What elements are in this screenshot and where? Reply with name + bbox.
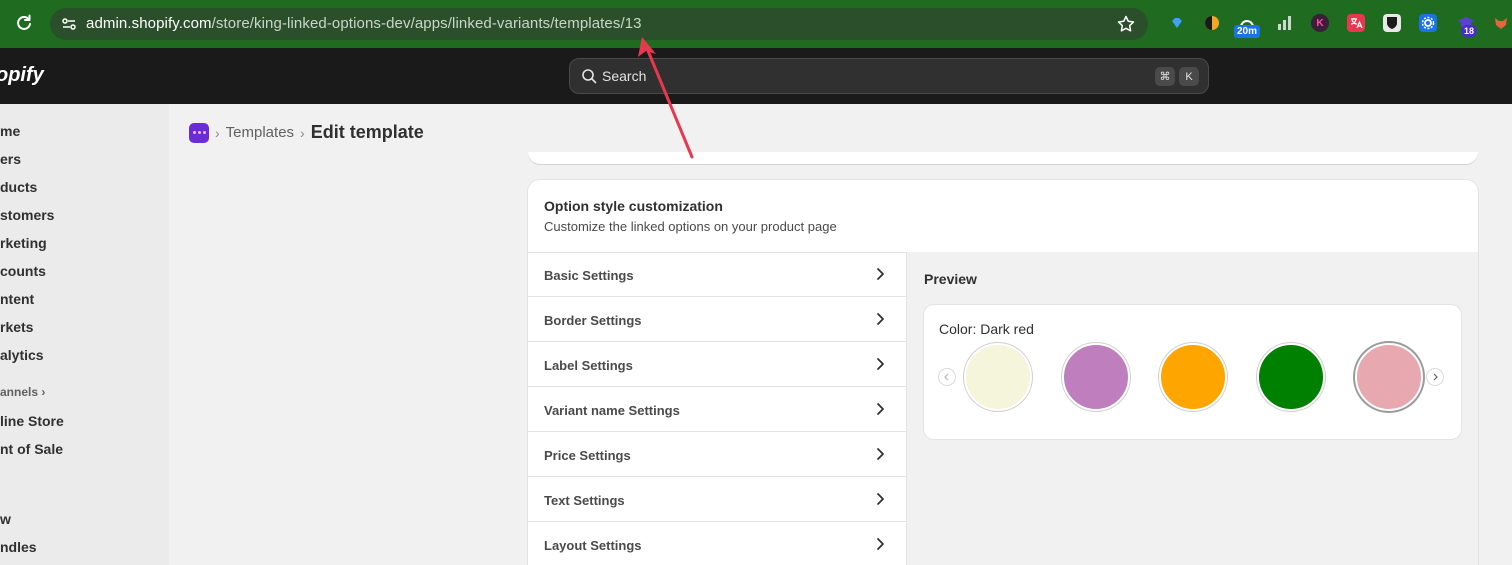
breadcrumb-templates-link[interactable]: Templates	[226, 124, 294, 141]
chevron-right-icon	[877, 448, 884, 460]
k-extension-icon[interactable]: K	[1311, 14, 1329, 32]
setting-row-variant-name[interactable]: Variant name Settings	[528, 387, 907, 432]
reload-icon[interactable]	[14, 13, 34, 33]
setting-row-label[interactable]: Label Settings	[528, 342, 907, 387]
swatch-green[interactable]	[1257, 343, 1325, 411]
sidebar-item-orders[interactable]: ers	[0, 151, 21, 167]
setting-row-border[interactable]: Border Settings	[528, 297, 907, 342]
app-icon[interactable]	[189, 122, 209, 143]
timer-badge: 20m	[1234, 25, 1261, 38]
shopify-logo[interactable]: opify	[0, 64, 44, 87]
search-input[interactable]: Search ⌘ K	[569, 58, 1209, 94]
search-icon	[582, 69, 597, 84]
sidebar-item-products[interactable]: ducts	[0, 179, 37, 195]
selected-color-label: Color: Dark red	[939, 321, 1034, 337]
sidebar-item-content[interactable]: ntent	[0, 291, 34, 307]
chevron-right-icon	[877, 358, 884, 370]
setting-row-basic[interactable]: Basic Settings	[528, 252, 907, 297]
chevron-right-icon	[877, 313, 884, 325]
fox-extension-icon[interactable]	[1492, 14, 1510, 32]
chevron-right-icon	[877, 493, 884, 505]
sidebar-section-label: annels	[0, 385, 39, 399]
address-bar[interactable]: admin.shopify.com/store/king-linked-opti…	[50, 8, 1148, 40]
sidebar-item-point-of-sale[interactable]: nt of Sale	[0, 441, 63, 457]
setting-label: Layout Settings	[544, 538, 642, 553]
setting-label: Text Settings	[544, 493, 625, 508]
shortcut-k-key: K	[1179, 67, 1199, 86]
option-style-card: Option style customization Customize the…	[528, 180, 1478, 565]
diamond-extension-icon[interactable]	[1168, 14, 1186, 32]
sidebar-item-analytics[interactable]: alytics	[0, 347, 44, 363]
translate-extension-icon[interactable]	[1347, 14, 1365, 32]
setting-row-text[interactable]: Text Settings	[528, 477, 907, 522]
setting-label: Variant name Settings	[544, 403, 680, 418]
colorful-extension-icon[interactable]	[1203, 14, 1221, 32]
settings-list: Basic Settings Border Settings Label Set…	[528, 252, 907, 565]
setting-label: Border Settings	[544, 313, 642, 328]
chevron-right-icon	[1433, 373, 1438, 381]
chevron-left-icon	[944, 373, 949, 381]
sidebar-item-discounts[interactable]: counts	[0, 263, 46, 279]
carousel-prev-button[interactable]	[938, 368, 956, 386]
url-path: /store/king-linked-options-dev/apps/link…	[211, 15, 642, 32]
page-title: Edit template	[310, 122, 424, 142]
swatch-pink[interactable]	[1355, 343, 1423, 411]
preview-title: Preview	[924, 271, 977, 287]
preview-panel: Preview Color: Dark red	[907, 252, 1478, 565]
swatch-orchid[interactable]	[1062, 343, 1130, 411]
carousel-next-button[interactable]	[1426, 368, 1444, 386]
breadcrumb-separator-icon: ›	[300, 124, 305, 141]
sidebar-item-marketing[interactable]: rketing	[0, 235, 47, 251]
sidebar-item-home[interactable]: me	[0, 123, 20, 139]
gear-extension-icon[interactable]	[1419, 14, 1437, 32]
breadcrumb-separator-icon: ›	[215, 124, 220, 141]
sidebar-item-app-1[interactable]: w	[0, 511, 11, 527]
sidebar-section-channels[interactable]: annels ›	[0, 385, 45, 399]
chevron-right-icon	[877, 268, 884, 280]
sidebar-item-app-2[interactable]: ndles	[0, 539, 37, 555]
signal-bars-extension-icon[interactable]	[1275, 14, 1293, 32]
sidebar-item-customers[interactable]: stomers	[0, 207, 54, 223]
shield-extension-icon[interactable]	[1383, 14, 1401, 32]
shortcut-command-key: ⌘	[1155, 67, 1175, 86]
sidebar-item-markets[interactable]: rkets	[0, 319, 33, 335]
main-content: › Templates › Edit template Option style…	[169, 104, 1512, 565]
setting-label: Price Settings	[544, 448, 631, 463]
site-settings-icon[interactable]	[60, 15, 78, 33]
chevron-right-icon	[877, 403, 884, 415]
card-subtitle: Customize the linked options on your pro…	[544, 219, 837, 234]
swatch-orange[interactable]	[1159, 343, 1227, 411]
chevron-right-icon	[877, 538, 884, 550]
setting-label: Basic Settings	[544, 268, 634, 283]
swatch-cream[interactable]	[964, 343, 1032, 411]
breadcrumb: › Templates › Edit template	[189, 122, 424, 143]
setting-row-price[interactable]: Price Settings	[528, 432, 907, 477]
card-title: Option style customization	[544, 198, 723, 214]
sidebar-item-online-store[interactable]: line Store	[0, 413, 64, 429]
cap-badge: 18	[1461, 25, 1478, 37]
bookmark-star-icon[interactable]	[1116, 14, 1136, 34]
chevron-right-icon: ›	[41, 385, 46, 399]
setting-row-layout[interactable]: Layout Settings	[528, 522, 907, 565]
admin-topbar: opify Search ⌘ K	[0, 48, 1512, 104]
screen: admin.shopify.com/store/king-linked-opti…	[0, 0, 1512, 565]
url-text[interactable]: admin.shopify.com/store/king-linked-opti…	[86, 15, 642, 32]
preview-card: Color: Dark red	[924, 305, 1461, 439]
url-host: admin.shopify.com	[86, 15, 212, 32]
setting-label: Label Settings	[544, 358, 633, 373]
search-placeholder: Search	[602, 68, 647, 84]
browser-toolbar: admin.shopify.com/store/king-linked-opti…	[0, 0, 1512, 48]
previous-card-edge	[528, 152, 1478, 164]
admin-sidebar: me ers ducts stomers rketing counts nten…	[0, 104, 169, 565]
